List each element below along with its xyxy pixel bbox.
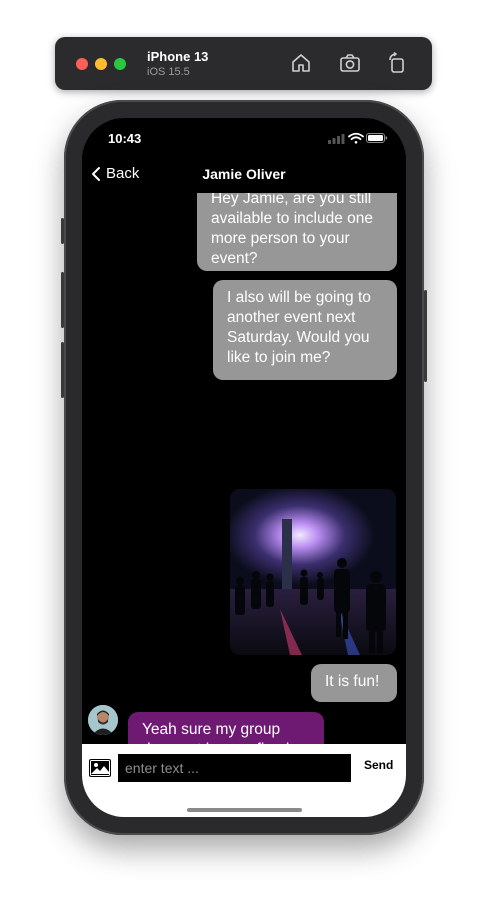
device-name: iPhone 13 <box>147 49 209 64</box>
user-avatar-icon <box>88 705 118 735</box>
concert-photo <box>230 489 396 655</box>
message-bubble-outgoing: It is fun! <box>311 664 397 702</box>
message-input[interactable] <box>118 754 351 782</box>
minimize-window-button[interactable] <box>95 58 107 70</box>
rotate-icon[interactable] <box>385 51 409 75</box>
avatar <box>88 705 118 735</box>
home-icon[interactable] <box>289 51 313 75</box>
message-composer: Send <box>82 744 406 817</box>
message-list[interactable]: Hey Jamie, are you still available to in… <box>82 193 406 753</box>
os-version: iOS 15.5 <box>147 66 190 78</box>
signal-icon <box>328 134 345 144</box>
status-time: 10:43 <box>108 131 142 146</box>
battery-icon <box>366 133 388 143</box>
screen: 10:43 Back Jamie Oliver Hey Jamie, are y… <box>82 118 406 817</box>
wifi-icon <box>348 132 364 144</box>
chat-title: Jamie Oliver <box>202 166 286 182</box>
silent-switch <box>61 218 64 244</box>
home-indicator[interactable] <box>187 808 302 812</box>
power-button <box>424 290 427 382</box>
concert-photo-message[interactable] <box>230 489 396 655</box>
image-picker-icon[interactable] <box>88 756 112 780</box>
volume-up-button <box>61 272 64 328</box>
message-bubble-outgoing: I also will be going to another event ne… <box>213 280 397 380</box>
notch <box>180 118 308 148</box>
close-window-button[interactable] <box>76 58 88 70</box>
phone-frame: 10:43 Back Jamie Oliver Hey Jamie, are y… <box>61 100 427 835</box>
status-icons <box>328 131 388 145</box>
volume-down-button <box>61 342 64 398</box>
zoom-window-button[interactable] <box>114 58 126 70</box>
screenshot-icon[interactable] <box>338 51 362 75</box>
simulator-toolbar: iPhone 13 iOS 15.5 <box>55 37 432 90</box>
message-bubble-outgoing: Hey Jamie, are you still available to in… <box>197 193 397 271</box>
send-button[interactable]: Send <box>364 758 393 772</box>
navigation-bar: Back Jamie Oliver <box>82 158 406 192</box>
